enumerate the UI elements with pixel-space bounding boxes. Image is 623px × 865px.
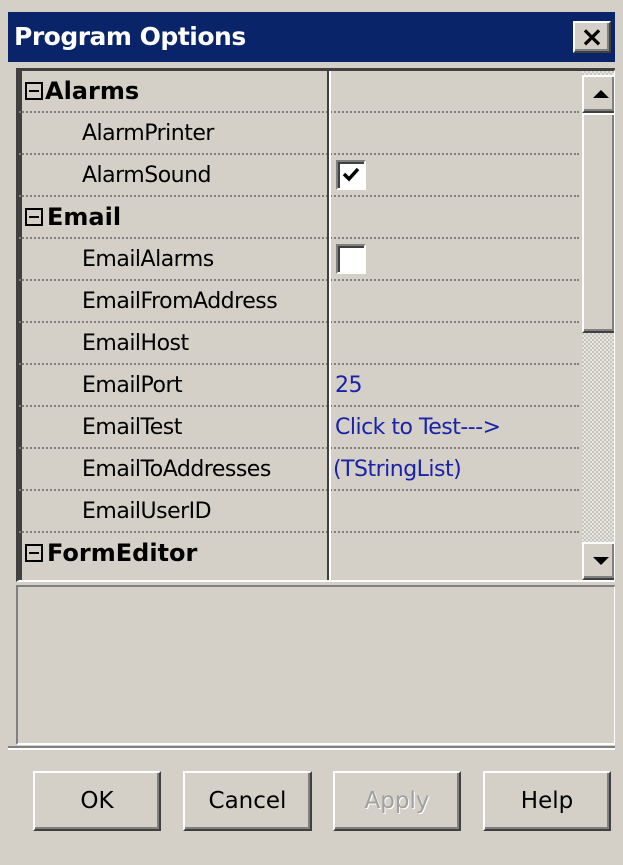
category-row-alarms[interactable]: Alarms	[19, 71, 579, 113]
property-row-emailuserid[interactable]: EmailUserID	[19, 491, 579, 533]
button-separator-highlight	[8, 748, 615, 750]
checkmark-icon	[342, 167, 360, 182]
category-label-alarms: Alarms	[45, 77, 140, 105]
property-label-emailalarms: EmailAlarms	[82, 247, 214, 272]
property-label-emailport: EmailPort	[82, 373, 183, 398]
property-row-emailalarms[interactable]: EmailAlarms	[19, 239, 579, 281]
property-row-emailfromaddress[interactable]: EmailFromAddress	[19, 281, 579, 323]
collapse-alarms-icon[interactable]	[25, 82, 43, 100]
property-value-emailtest[interactable]: Click to Test--->	[331, 407, 579, 447]
property-row-emailtoaddresses[interactable]: EmailToAddresses (TStringList)	[19, 449, 579, 491]
property-label-emailfromaddress: EmailFromAddress	[82, 289, 278, 314]
scroll-down-arrow-icon	[593, 557, 609, 565]
property-label-emailhost: EmailHost	[82, 331, 189, 356]
property-value-emailtoaddresses[interactable]: (TStringList)	[331, 449, 579, 489]
category-label-formeditor: FormEditor	[47, 539, 198, 567]
category-row-email[interactable]: Email	[19, 197, 579, 239]
program-options-dialog: Program Options × Alarms AlarmPrinter Al…	[0, 0, 623, 865]
window-title: Program Options	[14, 22, 246, 51]
collapse-formeditor-icon[interactable]	[25, 544, 43, 562]
property-label-emailtoaddresses: EmailToAddresses	[82, 457, 271, 482]
property-value-alarmprinter[interactable]	[331, 113, 579, 153]
window-right-edge	[615, 0, 623, 865]
scroll-up-button[interactable]	[582, 75, 614, 113]
property-label-emailuserid: EmailUserID	[82, 499, 212, 524]
ok-button[interactable]: OK	[33, 771, 161, 831]
property-label-alarmprinter: AlarmPrinter	[82, 121, 214, 146]
category-label-email: Email	[47, 203, 122, 231]
scroll-down-button[interactable]	[582, 542, 614, 580]
property-row-alarmsound[interactable]: AlarmSound	[19, 155, 579, 197]
property-value-emailuserid[interactable]	[331, 491, 579, 531]
apply-button[interactable]: Apply	[333, 771, 461, 831]
property-row-alarmprinter[interactable]: AlarmPrinter	[19, 113, 579, 155]
close-icon: ×	[580, 20, 604, 53]
property-row-emailhost[interactable]: EmailHost	[19, 323, 579, 365]
property-value-emailfromaddress[interactable]	[331, 281, 579, 321]
column-divider-highlight	[329, 71, 331, 580]
property-value-emailhost[interactable]	[331, 323, 579, 363]
emailalarms-checkbox[interactable]	[336, 244, 366, 274]
cancel-button[interactable]: Cancel	[183, 771, 312, 831]
description-panel	[16, 585, 616, 745]
property-value-emailport[interactable]: 25	[331, 365, 579, 405]
property-label-emailtest: EmailTest	[82, 415, 182, 440]
alarmsound-checkbox[interactable]	[336, 160, 366, 190]
property-row-emailport[interactable]: EmailPort 25	[19, 365, 579, 407]
property-label-alarmsound: AlarmSound	[82, 163, 212, 188]
category-row-formeditor[interactable]: FormEditor	[19, 533, 579, 575]
property-row-emailtest[interactable]: EmailTest Click to Test--->	[19, 407, 579, 449]
collapse-email-icon[interactable]	[25, 208, 43, 226]
help-button[interactable]: Help	[483, 771, 611, 831]
title-bar[interactable]: Program Options ×	[8, 12, 615, 62]
scroll-up-arrow-icon	[593, 90, 609, 98]
property-grid[interactable]: Alarms AlarmPrinter AlarmSound Email Ema…	[16, 68, 616, 582]
vertical-scrollbar[interactable]	[582, 71, 614, 580]
scrollbar-thumb[interactable]	[582, 113, 614, 333]
close-button[interactable]: ×	[573, 21, 611, 53]
